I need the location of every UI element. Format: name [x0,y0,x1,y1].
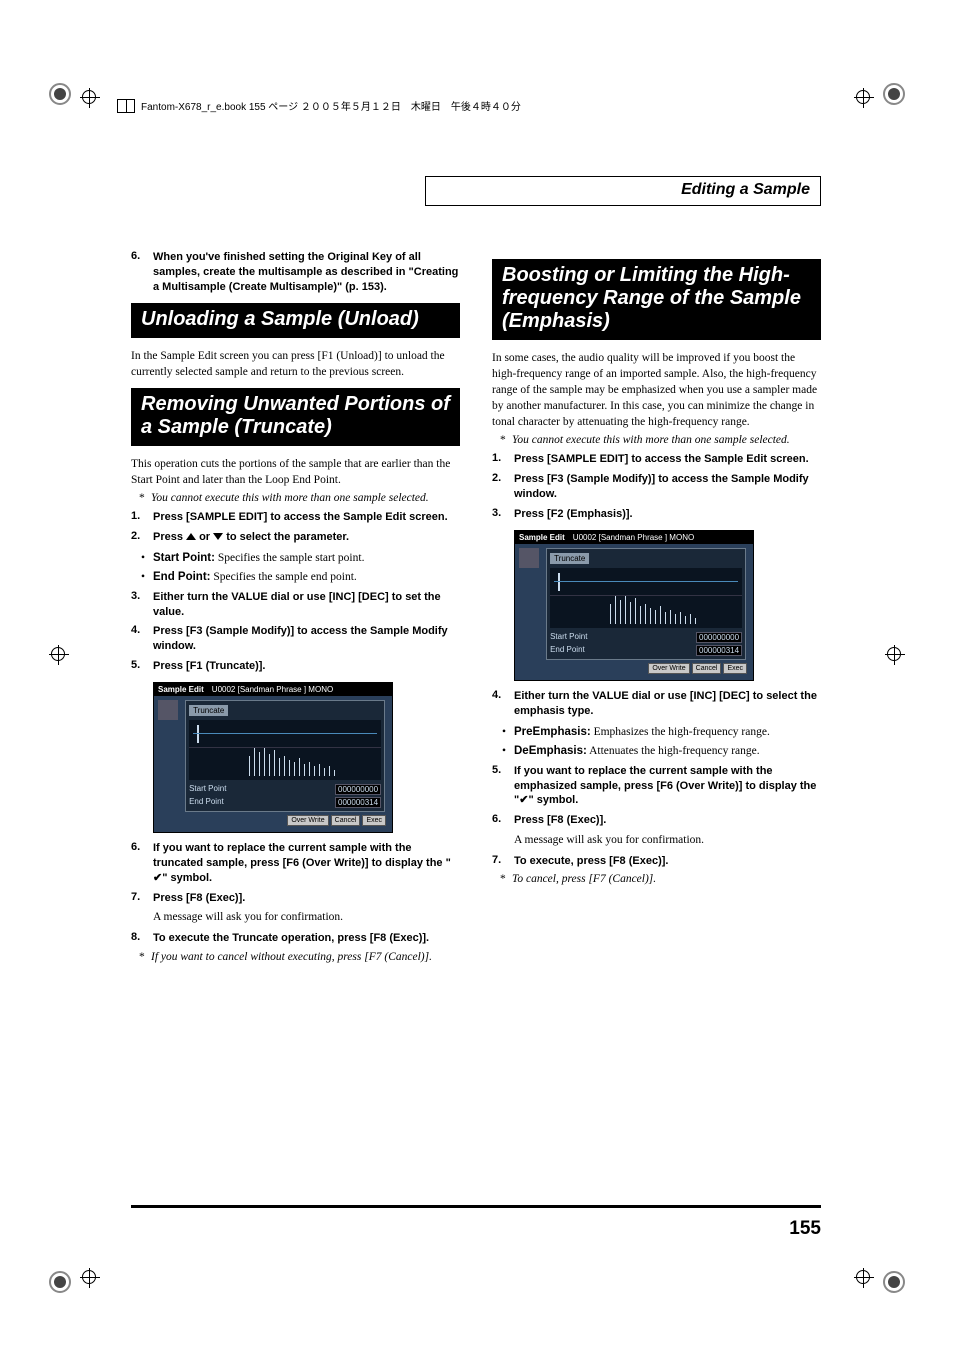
bullet-item: Start Point: Specifies the sample start … [153,550,460,566]
step-follow-text: A message will ask you for confirmation. [153,910,460,926]
step-text: To execute, press [F8 (Exec)]. [514,854,668,869]
note-text: *If you want to cancel without executing… [153,951,460,963]
step-number: 2. [492,472,514,502]
bullet-item: End Point: Specifies the sample end poin… [153,569,460,585]
step-text: Either turn the VALUE dial or use [INC] … [153,590,460,620]
step-text: If you want to replace the current sampl… [153,841,460,886]
step-text: Press [F8 (Exec)]. [153,891,245,906]
crop-mark-bl [49,1271,71,1296]
step-text: To execute the Truncate operation, press… [153,931,429,946]
down-arrow-icon [213,533,223,540]
up-arrow-icon [186,533,196,540]
cancel-button: Cancel [692,663,722,674]
step-text: Press [F1 (Truncate)]. [153,659,265,674]
checkmark-icon: ✔ [153,871,162,886]
step-number: 3. [131,590,153,620]
step-number: 4. [492,689,514,719]
step-number: 5. [492,764,514,809]
ui-screenshot-truncate: Sample EditU0002 [Sandman Phrase ] MONO … [153,682,393,833]
ui-screenshot-emphasis: Sample EditU0002 [Sandman Phrase ] MONO … [514,530,754,681]
waveform-icon [519,548,539,568]
bullet-item: DeEmphasis: Attenuates the high-frequenc… [514,743,821,759]
step-text: If you want to replace the current sampl… [514,764,821,809]
cancel-button: Cancel [331,815,361,826]
crop-mark-ml [49,645,69,668]
footer-rule [131,1205,821,1208]
step-follow-text: A message will ask you for confirmation. [514,833,821,849]
note-text: *You cannot execute this with more than … [514,434,821,446]
step-text: Press [F3 (Sample Modify)] to access the… [514,472,821,502]
crop-cross-tr [854,88,874,111]
crop-cross-br [854,1268,874,1291]
step-number: 7. [131,891,153,906]
crop-mark-tr [883,83,905,108]
crop-mark-tl [49,83,71,108]
body-text: In some cases, the audio quality will be… [492,350,821,430]
overwrite-button: Over Write [648,663,689,674]
step-number: 6. [131,250,153,295]
crop-cross-bl [80,1268,100,1291]
step-text: Press or to select the parameter. [153,530,349,545]
crop-cross-tl [80,88,100,111]
heading-truncate: Removing Unwanted Portions of a Sample (… [131,388,460,446]
step-number: 3. [492,507,514,522]
step-number: 7. [492,854,514,869]
crop-mark-br [883,1271,905,1296]
step-number: 8. [131,931,153,946]
step-text: Press [F2 (Emphasis)]. [514,507,633,522]
step-text: Press [F8 (Exec)]. [514,813,606,828]
step-number: 6. [131,841,153,886]
step-number: 1. [131,510,153,525]
step-number: 4. [131,624,153,654]
step-number: 5. [131,659,153,674]
print-header: Fantom-X678_r_e.book 155 ページ ２００５年５月１２日 … [117,98,521,113]
step-number: 2. [131,530,153,545]
page-number: 155 [789,1218,821,1240]
step-text: Either turn the VALUE dial or use [INC] … [514,689,821,719]
note-text: *You cannot execute this with more than … [153,492,460,504]
heading-emphasis: Boosting or Limiting the High-frequency … [492,259,821,340]
page-section-title: Editing a Sample [425,176,821,206]
body-text: In the Sample Edit screen you can press … [131,348,460,380]
overwrite-button: Over Write [287,815,328,826]
exec-button: Exec [723,663,747,674]
body-text: This operation cuts the portions of the … [131,456,460,488]
book-icon [117,99,135,113]
right-column: Boosting or Limiting the High-frequency … [492,245,821,969]
waveform-icon [158,700,178,720]
step-number: 1. [492,452,514,467]
left-column: 6. When you've finished setting the Orig… [131,245,460,969]
step-number: 6. [492,813,514,828]
step-text: Press [F3 (Sample Modify)] to access the… [153,624,460,654]
heading-unload: Unloading a Sample (Unload) [131,303,460,338]
step-text: Press [SAMPLE EDIT] to access the Sample… [153,510,448,525]
note-text: *To cancel, press [F7 (Cancel)]. [514,873,821,885]
exec-button: Exec [362,815,386,826]
print-header-text: Fantom-X678_r_e.book 155 ページ ２００５年５月１２日 … [141,98,521,113]
bullet-item: PreEmphasis: Emphasizes the high-frequen… [514,724,821,740]
crop-mark-mr [885,645,905,668]
step-text: When you've finished setting the Origina… [153,250,460,295]
step-text: Press [SAMPLE EDIT] to access the Sample… [514,452,809,467]
